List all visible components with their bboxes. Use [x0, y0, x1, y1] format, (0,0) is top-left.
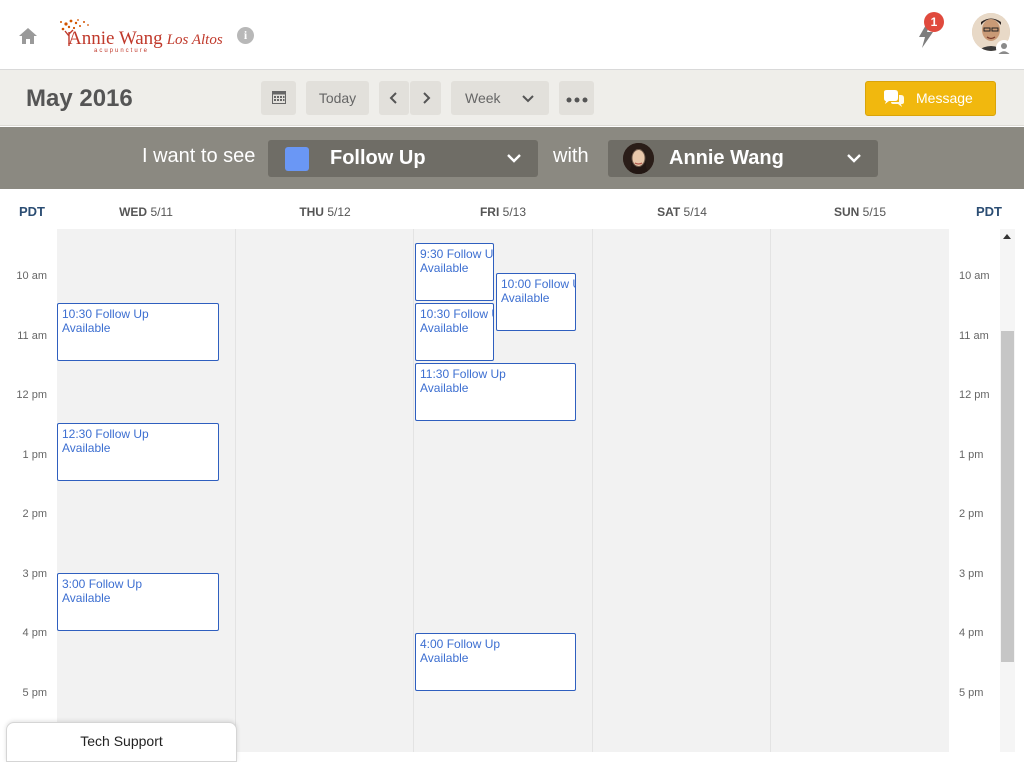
appointment-type-select[interactable]: Follow Up [268, 140, 538, 177]
appointment-type-label: Follow Up [330, 147, 426, 169]
calendar-grid: 10 am 11 am 12 pm 1 pm 2 pm 3 pm 4 pm 5 … [0, 229, 1024, 752]
appointment-status: Available [62, 591, 111, 605]
hour-label: 5 pm [22, 687, 47, 699]
hour-label: 2 pm [22, 508, 47, 520]
appointment-slot[interactable]: 10:30 Follow Up Available [415, 303, 494, 361]
previous-week-button[interactable] [379, 81, 409, 115]
calendar-column-headers: PDT WED 5/11 THU 5/12 FRI 5/13 SAT 5/14 … [0, 189, 1024, 229]
day-header-fri: FRI 5/13 [479, 205, 527, 219]
person-icon [996, 40, 1012, 56]
view-select[interactable]: Week [451, 81, 549, 115]
hour-label: 1 pm [22, 449, 47, 461]
appointment-title: 12:30 Follow Up [62, 427, 149, 441]
chevron-down-icon [847, 154, 861, 163]
message-button[interactable]: Message [865, 81, 996, 116]
month-title: May 2016 [26, 85, 133, 112]
appointment-status: Available [62, 441, 111, 455]
appointment-title: 10:30 Follow Up [420, 307, 493, 321]
calendar-picker-button[interactable] [261, 81, 296, 115]
provider-photo [623, 143, 654, 174]
appointment-status: Available [420, 321, 469, 335]
appointment-status: Available [420, 261, 469, 275]
filter-bar: I want to see Follow Up with Annie Wang [0, 127, 1024, 189]
appointment-title: 4:00 Follow Up [420, 637, 501, 651]
hour-label: 12 pm [16, 389, 47, 401]
chevron-down-icon [507, 154, 521, 163]
clinic-logo[interactable]: Annie Wang Los Altos acupuncture [58, 18, 228, 54]
logo-subtitle: acupuncture [94, 48, 150, 54]
logo-script-text: Los Altos [166, 32, 223, 48]
appointment-slot[interactable]: 4:00 Follow Up Available [415, 633, 576, 691]
appointment-slot[interactable]: 3:00 Follow Up Available [57, 573, 219, 631]
scroll-up-arrow-icon[interactable] [1003, 234, 1011, 239]
day-header-sat: SAT 5/14 [657, 205, 707, 219]
message-button-label: Message [916, 90, 973, 106]
chevron-left-icon [389, 92, 397, 104]
hour-label: 11 am [17, 330, 47, 342]
more-dots-icon [566, 97, 587, 103]
appointment-slot[interactable]: 10:30 Follow Up Available [57, 303, 219, 361]
calendar-icon [271, 91, 286, 104]
day-column-thu[interactable] [236, 229, 414, 752]
appointment-title: 11:30 Follow Up [420, 367, 506, 381]
provider-avatar [623, 143, 654, 174]
home-icon[interactable] [18, 27, 38, 45]
appointment-slot[interactable]: 10:00 Follow Up Available [496, 273, 576, 331]
hour-label: 10 am [16, 270, 47, 282]
provider-select[interactable]: Annie Wang [608, 140, 878, 177]
logo-text: Annie Wang Los Altos [68, 28, 223, 50]
tech-support-tab[interactable]: Tech Support [6, 722, 237, 762]
appointment-title: 10:30 Follow Up [62, 307, 149, 321]
appointment-status: Available [420, 381, 469, 395]
appointment-title: 10:00 Follow Up [501, 277, 575, 291]
chevron-right-icon [422, 92, 430, 104]
timezone-label-left: PDT [19, 204, 45, 219]
hour-label: 3 pm [22, 568, 47, 580]
appointment-slot[interactable]: 11:30 Follow Up Available [415, 363, 576, 421]
appointment-slot[interactable]: 9:30 Follow Up Available [415, 243, 494, 301]
day-header-thu: THU 5/12 [299, 205, 351, 219]
notification-count-badge[interactable]: 1 [924, 12, 944, 32]
scrollbar-thumb[interactable] [1001, 331, 1014, 662]
info-icon[interactable]: i [237, 27, 254, 44]
appointment-title: 9:30 Follow Up [420, 247, 494, 261]
day-header-wed: WED 5/11 [119, 205, 173, 219]
provider-name: Annie Wang [669, 147, 784, 169]
next-week-button[interactable] [410, 81, 441, 115]
appointment-status: Available [501, 291, 550, 305]
hour-label: 4 pm [22, 627, 47, 639]
appointment-slot[interactable]: 12:30 Follow Up Available [57, 423, 219, 481]
appointment-title: 3:00 Follow Up [62, 577, 143, 591]
with-label: with [553, 145, 589, 167]
want-to-see-label: I want to see [142, 145, 256, 167]
appointment-status: Available [420, 651, 469, 665]
day-column-sun[interactable] [771, 229, 949, 752]
day-header-sun: SUN 5/15 [833, 205, 887, 219]
appointment-status: Available [62, 321, 111, 335]
calendar-toolbar: May 2016 Today Week Message [0, 70, 1024, 126]
top-bar: Annie Wang Los Altos acupuncture i 1 [0, 0, 1024, 70]
timezone-label-right: PDT [976, 204, 1002, 219]
logo-main-text: Annie Wang [68, 28, 163, 49]
day-column-sat[interactable] [593, 229, 771, 752]
view-select-label: Week [465, 90, 501, 106]
appointment-color-swatch [285, 147, 309, 171]
chat-bubbles-icon [884, 90, 904, 107]
today-button[interactable]: Today [306, 81, 369, 115]
more-options-button[interactable] [559, 81, 594, 115]
chevron-down-icon [522, 95, 534, 103]
